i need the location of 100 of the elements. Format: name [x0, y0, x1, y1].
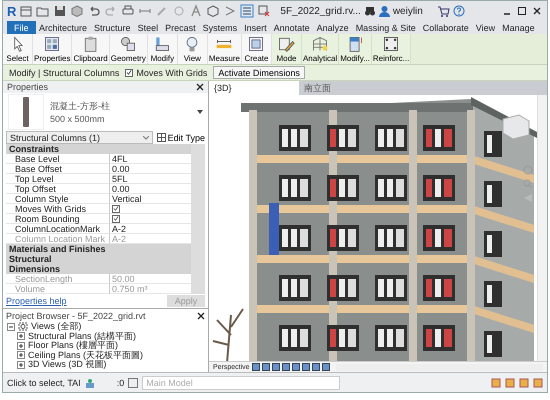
- checkbox-label: Moves With Grids: [136, 68, 208, 78]
- ribbon-button[interactable]: View: [178, 34, 208, 64]
- property-label: Top Level: [6, 174, 110, 184]
- status-hint: Click to select, TAI: [7, 378, 81, 388]
- context-label: Modify | Structural Columns: [9, 68, 120, 78]
- collapse-icon[interactable]: [7, 322, 15, 331]
- view-tab[interactable]: {3D}: [209, 81, 299, 95]
- group-header[interactable]: Constraints: [6, 144, 191, 154]
- close-views-icon[interactable]: [257, 4, 272, 18]
- ribbon-tab[interactable]: Collaborate: [419, 21, 472, 34]
- expand-icon[interactable]: [17, 332, 25, 340]
- modify-icon: [153, 35, 172, 53]
- ribbon-tab[interactable]: Systems: [199, 21, 241, 34]
- user-name[interactable]: weiylin: [392, 6, 423, 16]
- view-cube-icon[interactable]: [206, 4, 220, 18]
- selection-count: :0: [116, 378, 124, 388]
- property-label: Room Bounding: [6, 214, 110, 224]
- binoculars-icon[interactable]: [364, 5, 376, 17]
- grid-icon: [156, 133, 166, 142]
- ribbon-button[interactable]: Geometry: [110, 34, 148, 64]
- property-value[interactable]: 5FL: [110, 174, 191, 184]
- cube-icon[interactable]: [70, 4, 84, 18]
- panel-title: Properties: [7, 82, 48, 92]
- create-icon: [247, 35, 266, 53]
- text-icon[interactable]: [189, 4, 204, 18]
- ribbon-button[interactable]: Measure: [208, 34, 242, 64]
- checkbox[interactable]: [125, 68, 134, 76]
- property-value[interactable]: A-2: [110, 224, 191, 234]
- close-icon[interactable]: [196, 83, 204, 91]
- edit-type-button[interactable]: Edit Type: [156, 132, 205, 142]
- analytical-icon: [311, 35, 330, 53]
- checkbox[interactable]: [112, 204, 120, 212]
- view-tab[interactable]: 南立面: [299, 81, 336, 95]
- property-value[interactable]: 0.00: [110, 164, 191, 174]
- switch-windows-icon[interactable]: [240, 4, 254, 18]
- property-label: Base Level: [6, 154, 110, 164]
- property-value[interactable]: 4FL: [110, 154, 191, 164]
- user-icon[interactable]: [378, 5, 390, 17]
- checkbox[interactable]: [112, 214, 120, 222]
- ribbon-tab[interactable]: Massing & Site: [352, 21, 420, 34]
- ribbon-button[interactable]: Properties: [33, 34, 72, 64]
- expand-icon[interactable]: [17, 351, 25, 360]
- property-label: Volume: [6, 284, 110, 294]
- property-label: Moves With Grids: [6, 204, 110, 214]
- property-value: 0.750 m³: [110, 284, 191, 294]
- ribbon-tab[interactable]: Analyze: [313, 21, 352, 34]
- property-value[interactable]: 0.00: [110, 184, 191, 194]
- expand-icon[interactable]: [17, 360, 25, 369]
- help-icon[interactable]: [453, 5, 465, 17]
- app-logo[interactable]: R: [7, 4, 16, 18]
- type-size: 500 x 500mm: [50, 114, 106, 124]
- ribbon-button[interactable]: Analytical: [302, 34, 340, 64]
- property-value[interactable]: Vertical: [110, 194, 191, 204]
- ribbon-tab[interactable]: Precast: [162, 21, 200, 34]
- ribbon-button[interactable]: Create: [242, 34, 272, 64]
- views-icon: [18, 322, 28, 332]
- property-label: Column Style: [6, 194, 110, 204]
- group-header[interactable]: Dimensions: [6, 264, 191, 274]
- panel-title: Project Browser - 5F_2022_grid.rvt: [6, 310, 146, 320]
- group-header[interactable]: Structural: [6, 254, 191, 264]
- ribbon-button[interactable]: Select: [3, 34, 33, 64]
- activate-dimensions-button[interactable]: Activate Dimensions: [213, 66, 305, 79]
- category-dropdown[interactable]: Structural Columns (1): [6, 131, 153, 144]
- ribbon-button[interactable]: Modify...: [339, 34, 372, 64]
- ribbon-tab[interactable]: Manage: [498, 21, 538, 34]
- property-value: 50.00: [110, 274, 191, 284]
- ribbon-tab[interactable]: Insert: [240, 21, 270, 34]
- properties-icon: [43, 35, 62, 53]
- property-label: Base Offset: [6, 164, 110, 174]
- property-label: SectionLength: [6, 274, 110, 284]
- ribbon-tab[interactable]: Architecture: [36, 21, 91, 34]
- maximize-icon[interactable]: [516, 5, 528, 17]
- ribbon-button[interactable]: Clipboard: [72, 34, 110, 64]
- cart-icon[interactable]: [437, 5, 450, 17]
- ribbon-button[interactable]: Mode: [272, 34, 302, 64]
- group-header[interactable]: Materials and Finishes: [6, 244, 191, 254]
- column-icon: [21, 96, 31, 128]
- geometry-icon: [119, 35, 138, 53]
- caret-icon: [142, 136, 149, 140]
- close-icon[interactable]: [197, 312, 205, 320]
- worksets-icon[interactable]: [84, 378, 95, 388]
- ribbon-tab[interactable]: Annotate: [270, 21, 314, 34]
- type-name: 混凝土-方形-柱: [50, 100, 111, 113]
- save-icon[interactable]: [53, 4, 68, 18]
- ribbon-tab[interactable]: Steel: [134, 21, 162, 34]
- tree-item[interactable]: Views (全部): [31, 322, 82, 334]
- reinforcement-icon: [382, 35, 400, 53]
- dropdown-icon[interactable]: [197, 110, 203, 114]
- mode-icon: [277, 35, 296, 53]
- scrollbar[interactable]: [537, 95, 547, 361]
- window-title: 5F_2022_grid.rv...: [280, 6, 361, 16]
- expand-icon[interactable]: [17, 342, 25, 350]
- ribbon-button[interactable]: Reinforc...: [372, 34, 412, 64]
- properties-help-link[interactable]: Properties help: [6, 296, 67, 306]
- close-icon[interactable]: [531, 5, 543, 17]
- ribbon-tab[interactable]: View: [472, 21, 499, 34]
- ribbon-tab[interactable]: Structure: [90, 21, 134, 34]
- property-label: ColumnLocationMark: [6, 224, 110, 234]
- property-label: Top Offset: [6, 184, 110, 194]
- ribbon-button[interactable]: Modify: [148, 34, 178, 64]
